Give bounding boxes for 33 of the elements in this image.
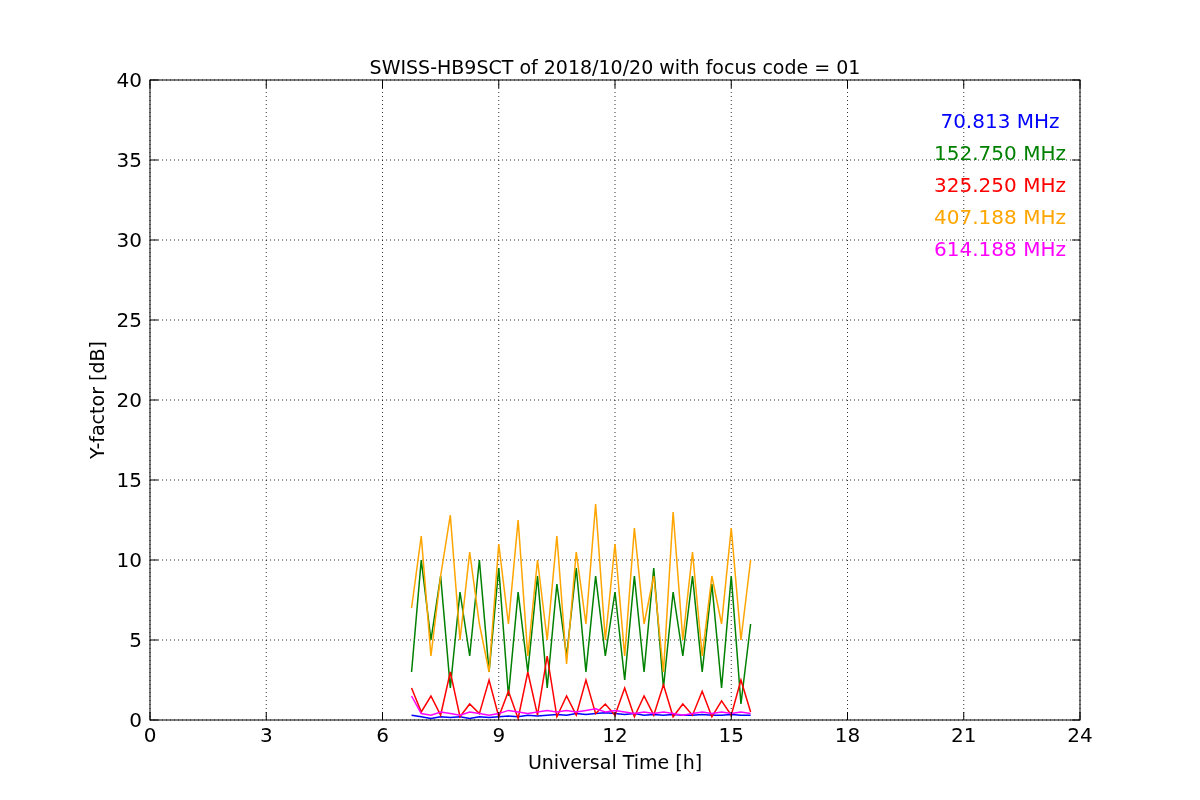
tick-label: 35 <box>116 148 142 172</box>
tick-label: 0 <box>143 723 157 747</box>
y-axis-label: Y-factor [dB] <box>86 341 108 459</box>
tick-label: 9 <box>492 723 506 747</box>
tick-label: 12 <box>602 723 628 747</box>
tick-mark <box>265 711 267 721</box>
chart-title: SWISS-HB9SCT of 2018/10/20 with focus code = 01 <box>369 56 861 78</box>
tick-label: 30 <box>116 228 142 252</box>
tick-label: 0 <box>129 708 142 732</box>
tick-mark <box>963 711 965 721</box>
x-axis-label: Universal Time [h] <box>527 751 703 773</box>
legend-label: 152.750 MHz <box>934 141 1066 165</box>
tick-label: 5 <box>129 628 142 652</box>
legend-label: 325.250 MHz <box>934 173 1066 197</box>
tick-mark <box>847 711 848 721</box>
legend-label: 70.813 MHz <box>940 109 1060 133</box>
tick-label: 40 <box>116 68 142 92</box>
tick-mark <box>498 711 500 721</box>
tick-mark <box>614 711 616 721</box>
tick-mark <box>730 711 732 721</box>
tick-label: 6 <box>376 723 389 747</box>
tick-label: 10 <box>116 548 142 572</box>
tick-label: 18 <box>834 723 861 747</box>
legend-label: 614.188 MHz <box>934 237 1066 261</box>
legend-label: 407.188 MHz <box>934 205 1066 229</box>
tick-label: 3 <box>259 723 273 747</box>
tick-mark <box>382 711 383 721</box>
tick-label: 24 <box>1067 723 1093 747</box>
tick-label: 15 <box>116 468 142 492</box>
tick-label: 25 <box>116 308 142 332</box>
tick-label: 20 <box>116 388 142 412</box>
tick-label: 21 <box>951 723 977 747</box>
tick-label: 15 <box>718 723 744 747</box>
